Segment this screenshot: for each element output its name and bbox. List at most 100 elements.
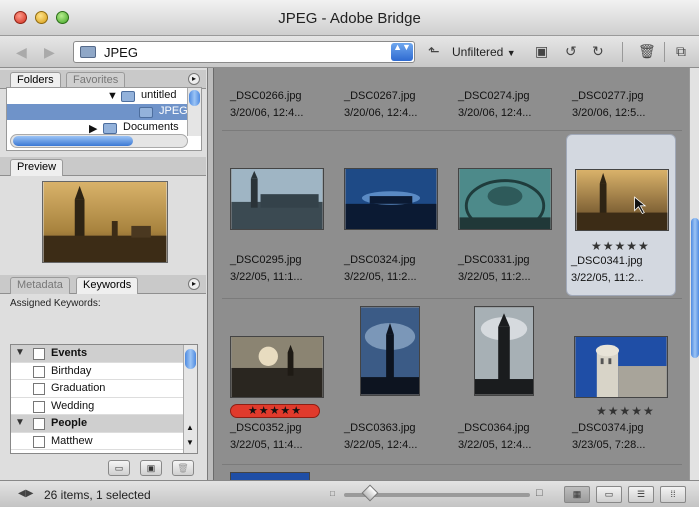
filter-menu[interactable]: Unfiltered ▼	[452, 45, 516, 59]
details-view-button[interactable]: ☰	[628, 486, 654, 503]
file-name: _DSC0341.jpg	[571, 255, 643, 267]
file-name: _DSC0274.jpg	[458, 90, 530, 102]
back-arrow-icon[interactable]: ◀	[16, 44, 27, 61]
folder-icon	[139, 107, 153, 118]
keyword-category-events[interactable]: ▼ Events	[11, 345, 183, 363]
thumbnails-view-button[interactable]: ▦	[564, 486, 590, 503]
trash-icon[interactable]: 🗑	[638, 43, 656, 60]
keywords-scrollbar[interactable]: ▲ ▼	[183, 345, 197, 453]
large-thumbnail-icon[interactable]: □	[536, 487, 543, 499]
toolbar: ◀ ▶ JPEG ▲▼ ⬑ Unfiltered ▼ ▣ ↺ ↻ 🗑 ⧉	[0, 36, 699, 68]
new-folder-icon[interactable]: ▣	[535, 43, 548, 60]
file-date: 3/22/05, 11:2...	[458, 271, 531, 283]
keywords-tabbar: Metadata Keywords ▸	[0, 275, 206, 294]
panel-menu-icon[interactable]: ▸	[188, 278, 200, 290]
keyword-category-people[interactable]: ▼ People	[11, 415, 183, 433]
status-bar: ◀▶ 26 items, 1 selected □ □ ▦ ▭ ☰ ⁞⁞	[0, 480, 699, 507]
small-thumbnail-icon[interactable]: □	[330, 489, 335, 498]
folder-icon	[103, 123, 117, 134]
preview-tabbar: Preview	[0, 157, 206, 176]
scroll-down-arrow-icon[interactable]: ▼	[186, 438, 194, 447]
row-divider	[222, 464, 682, 465]
thumbnail-image	[230, 336, 324, 398]
path-dropdown[interactable]: JPEG ▲▼	[73, 41, 415, 63]
rotate-left-icon[interactable]: ↺	[565, 43, 577, 60]
scroll-up-arrow-icon[interactable]: ▲	[186, 423, 194, 432]
panel-menu-icon[interactable]: ▸	[188, 73, 200, 85]
keyword-graduation[interactable]: Graduation	[11, 380, 183, 398]
assigned-keywords-label: Assigned Keywords:	[10, 298, 101, 309]
disclosure-triangle-icon[interactable]: ▼	[15, 417, 25, 428]
file-name: _DSC0295.jpg	[230, 254, 302, 266]
file-date: 3/20/06, 12:5...	[572, 107, 646, 119]
file-name: _DSC0331.jpg	[458, 254, 530, 266]
file-name: _DSC0324.jpg	[344, 254, 416, 266]
thumbnail-image-partial[interactable]	[230, 472, 310, 480]
folder-icon	[80, 46, 96, 58]
slider-knob[interactable]	[361, 484, 379, 502]
new-keyword-button[interactable]: ▣	[140, 460, 162, 476]
thumbnail-item[interactable]: _DSC0363.jpg 3/22/05, 12:4...	[340, 306, 450, 466]
forward-arrow-icon[interactable]: ▶	[44, 44, 55, 61]
file-date: 3/22/05, 11:1...	[230, 271, 303, 283]
preview-image	[42, 181, 168, 263]
file-name: _DSC0266.jpg	[230, 90, 302, 102]
file-date: 3/22/05, 12:4...	[458, 439, 532, 451]
disclosure-triangle-icon[interactable]: ▼	[15, 347, 25, 358]
folder-tree-hscrollbar[interactable]	[10, 134, 188, 148]
path-dropdown-arrows: ▲▼	[391, 43, 413, 61]
path-label: JPEG	[104, 45, 138, 60]
star-rating[interactable]: ★★★★★	[591, 239, 650, 253]
file-date: 3/20/06, 12:4...	[230, 107, 304, 119]
toggle-panels-icon[interactable]: ◀▶	[18, 488, 33, 499]
compact-mode-icon[interactable]: ⧉	[676, 43, 686, 60]
status-text: 26 items, 1 selected	[44, 488, 151, 502]
file-date: 3/22/05, 11:4...	[230, 439, 303, 451]
keyword-matthew[interactable]: Matthew	[11, 433, 183, 450]
thumbnail-item[interactable]: _DSC0364.jpg 3/22/05, 12:4...	[454, 306, 564, 466]
content-scrollbar[interactable]	[689, 68, 699, 480]
thumbnail-image	[458, 168, 552, 230]
thumbnail-item[interactable]: ★★★★★ _DSC0374.jpg 3/23/05, 7:28...	[568, 306, 678, 466]
thumbnail-item[interactable]: ★★★★★ _DSC0352.jpg 3/22/05, 11:4...	[226, 306, 336, 466]
new-keyword-set-button[interactable]: ▭	[108, 460, 130, 476]
tab-metadata[interactable]: Metadata	[10, 277, 70, 294]
go-up-folder-icon[interactable]: ⬑	[428, 43, 440, 60]
delete-keyword-button[interactable]: 🗑	[172, 460, 194, 476]
file-date: 3/20/06, 12:4...	[344, 107, 418, 119]
versions-view-button[interactable]: ⁞⁞	[660, 486, 686, 503]
thumbnail-item[interactable]: _DSC0295.jpg 3/22/05, 11:1...	[226, 138, 336, 298]
rotate-right-icon[interactable]: ↻	[592, 43, 604, 60]
thumbnail-image	[574, 336, 668, 398]
toolbar-divider	[622, 42, 623, 62]
row-divider	[222, 298, 682, 299]
toolbar-divider	[664, 42, 665, 62]
row-divider	[222, 130, 682, 131]
keyword-birthday[interactable]: Birthday	[11, 363, 183, 380]
tab-keywords[interactable]: Keywords	[76, 277, 139, 294]
file-date: 3/22/05, 12:4...	[344, 439, 418, 451]
keywords-list: ▼ Events Birthday Graduation Wedding ▼ Peo…	[10, 344, 198, 454]
thumbnail-image	[360, 306, 420, 396]
file-name: _DSC0352.jpg	[230, 422, 302, 434]
file-date: 3/22/05, 11:2...	[571, 272, 644, 284]
thumbnail-image	[474, 306, 534, 396]
thumbnail-item[interactable]: _DSC0324.jpg 3/22/05, 11:2...	[340, 138, 450, 298]
thumbnail-item[interactable]: _DSC0331.jpg 3/22/05, 11:2...	[454, 138, 564, 298]
thumbnail-image	[344, 168, 438, 230]
thumbnail-image	[575, 169, 669, 231]
thumbnail-image	[230, 168, 324, 230]
thumbnail-item-selected[interactable]: ★★★★★ _DSC0341.jpg 3/22/05, 11:2...	[566, 134, 676, 296]
keyword-wedding[interactable]: Wedding	[11, 398, 183, 415]
folder-tree-scrollbar[interactable]	[187, 88, 201, 136]
folder-icon	[121, 91, 135, 102]
tree-item-untitled[interactable]: ▼ untitled	[7, 88, 187, 104]
tab-preview[interactable]: Preview	[10, 159, 64, 176]
star-rating[interactable]: ★★★★★	[596, 404, 655, 418]
tree-item-jpeg[interactable]: JPEG	[7, 104, 188, 120]
file-date: 3/20/06, 12:4...	[458, 107, 532, 119]
filmstrip-view-button[interactable]: ▭	[596, 486, 622, 503]
thumbnail-grid: _DSC0266.jpg 3/20/06, 12:4... _DSC0267.j…	[214, 68, 689, 480]
file-name: _DSC0267.jpg	[344, 90, 416, 102]
color-label-badge[interactable]: ★★★★★	[230, 404, 320, 418]
